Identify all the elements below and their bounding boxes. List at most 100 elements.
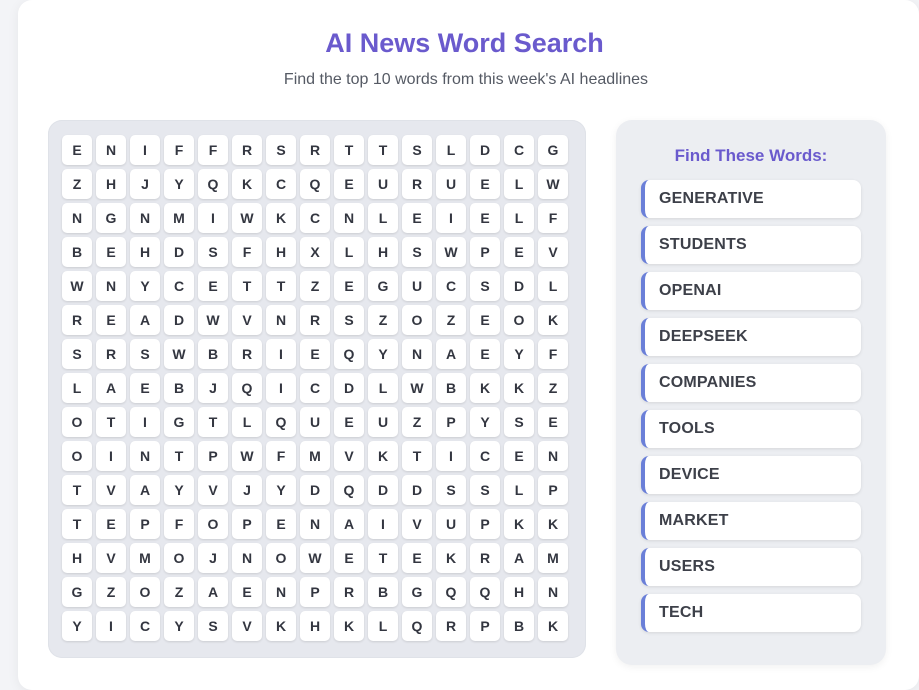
grid-cell[interactable]: F bbox=[164, 509, 194, 539]
grid-cell[interactable]: E bbox=[130, 373, 160, 403]
grid-cell[interactable]: Y bbox=[504, 339, 534, 369]
grid-cell[interactable]: U bbox=[436, 169, 466, 199]
grid-cell[interactable]: E bbox=[504, 441, 534, 471]
grid-cell[interactable]: B bbox=[504, 611, 534, 641]
grid-cell[interactable]: S bbox=[62, 339, 92, 369]
grid-cell[interactable]: D bbox=[368, 475, 398, 505]
grid-cell[interactable]: K bbox=[232, 169, 262, 199]
grid-cell[interactable]: O bbox=[164, 543, 194, 573]
grid-cell[interactable]: G bbox=[402, 577, 432, 607]
grid-cell[interactable]: U bbox=[300, 407, 330, 437]
grid-cell[interactable]: V bbox=[232, 611, 262, 641]
grid-cell[interactable]: O bbox=[62, 407, 92, 437]
grid-cell[interactable]: C bbox=[436, 271, 466, 301]
grid-cell[interactable]: H bbox=[96, 169, 126, 199]
grid-cell[interactable]: O bbox=[198, 509, 228, 539]
grid-cell[interactable]: C bbox=[300, 203, 330, 233]
grid-cell[interactable]: F bbox=[538, 339, 568, 369]
grid-cell[interactable]: A bbox=[96, 373, 126, 403]
grid-cell[interactable]: I bbox=[130, 407, 160, 437]
grid-cell[interactable]: K bbox=[470, 373, 500, 403]
grid-cell[interactable]: V bbox=[334, 441, 364, 471]
grid-cell[interactable]: G bbox=[164, 407, 194, 437]
grid-cell[interactable]: E bbox=[300, 339, 330, 369]
grid-cell[interactable]: T bbox=[266, 271, 296, 301]
grid-cell[interactable]: M bbox=[164, 203, 194, 233]
grid-cell[interactable]: K bbox=[334, 611, 364, 641]
grid-cell[interactable]: V bbox=[96, 543, 126, 573]
grid-cell[interactable]: N bbox=[62, 203, 92, 233]
grid-cell[interactable]: N bbox=[538, 441, 568, 471]
grid-cell[interactable]: I bbox=[130, 135, 160, 165]
grid-cell[interactable]: P bbox=[470, 611, 500, 641]
grid-cell[interactable]: I bbox=[96, 441, 126, 471]
grid-cell[interactable]: A bbox=[198, 577, 228, 607]
grid-cell[interactable]: Y bbox=[164, 475, 194, 505]
grid-cell[interactable]: E bbox=[266, 509, 296, 539]
grid-cell[interactable]: E bbox=[334, 407, 364, 437]
grid-cell[interactable]: O bbox=[504, 305, 534, 335]
grid-cell[interactable]: R bbox=[232, 135, 262, 165]
grid-cell[interactable]: H bbox=[504, 577, 534, 607]
grid-cell[interactable]: U bbox=[368, 169, 398, 199]
grid-cell[interactable]: H bbox=[62, 543, 92, 573]
grid-cell[interactable]: E bbox=[402, 203, 432, 233]
grid-cell[interactable]: I bbox=[266, 373, 296, 403]
grid-cell[interactable]: R bbox=[232, 339, 262, 369]
grid-cell[interactable]: I bbox=[266, 339, 296, 369]
grid-cell[interactable]: Q bbox=[334, 475, 364, 505]
grid-cell[interactable]: E bbox=[470, 169, 500, 199]
grid-cell[interactable]: S bbox=[470, 475, 500, 505]
grid-cell[interactable]: N bbox=[266, 305, 296, 335]
grid-cell[interactable]: E bbox=[334, 543, 364, 573]
grid-cell[interactable]: Z bbox=[96, 577, 126, 607]
grid-cell[interactable]: T bbox=[334, 135, 364, 165]
grid-cell[interactable]: X bbox=[300, 237, 330, 267]
grid-cell[interactable]: F bbox=[198, 135, 228, 165]
grid-cell[interactable]: V bbox=[538, 237, 568, 267]
grid-cell[interactable]: T bbox=[164, 441, 194, 471]
grid-cell[interactable]: W bbox=[198, 305, 228, 335]
grid-cell[interactable]: P bbox=[436, 407, 466, 437]
grid-cell[interactable]: L bbox=[504, 169, 534, 199]
grid-cell[interactable]: N bbox=[130, 203, 160, 233]
grid-cell[interactable]: C bbox=[130, 611, 160, 641]
grid-cell[interactable]: I bbox=[368, 509, 398, 539]
grid-cell[interactable]: Q bbox=[266, 407, 296, 437]
grid-cell[interactable]: N bbox=[130, 441, 160, 471]
grid-cell[interactable]: R bbox=[96, 339, 126, 369]
grid-cell[interactable]: U bbox=[436, 509, 466, 539]
grid-cell[interactable]: R bbox=[300, 135, 330, 165]
grid-cell[interactable]: L bbox=[538, 271, 568, 301]
grid-cell[interactable]: H bbox=[266, 237, 296, 267]
grid-cell[interactable]: J bbox=[198, 373, 228, 403]
grid-cell[interactable]: Y bbox=[266, 475, 296, 505]
grid-cell[interactable]: W bbox=[62, 271, 92, 301]
grid-cell[interactable]: E bbox=[198, 271, 228, 301]
grid-cell[interactable]: S bbox=[266, 135, 296, 165]
grid-cell[interactable]: F bbox=[538, 203, 568, 233]
grid-cell[interactable]: E bbox=[96, 305, 126, 335]
grid-cell[interactable]: T bbox=[62, 475, 92, 505]
grid-cell[interactable]: S bbox=[470, 271, 500, 301]
grid-cell[interactable]: Q bbox=[334, 339, 364, 369]
grid-cell[interactable]: F bbox=[164, 135, 194, 165]
grid-cell[interactable]: Q bbox=[198, 169, 228, 199]
grid-cell[interactable]: S bbox=[334, 305, 364, 335]
grid-cell[interactable]: S bbox=[402, 135, 432, 165]
grid-cell[interactable]: M bbox=[130, 543, 160, 573]
grid-cell[interactable]: B bbox=[368, 577, 398, 607]
grid-cell[interactable]: D bbox=[164, 305, 194, 335]
grid-cell[interactable]: W bbox=[402, 373, 432, 403]
grid-cell[interactable]: Y bbox=[368, 339, 398, 369]
grid-cell[interactable]: T bbox=[198, 407, 228, 437]
grid-cell[interactable]: P bbox=[198, 441, 228, 471]
grid-cell[interactable]: K bbox=[436, 543, 466, 573]
grid-cell[interactable]: K bbox=[504, 509, 534, 539]
grid-cell[interactable]: W bbox=[436, 237, 466, 267]
grid-cell[interactable]: C bbox=[266, 169, 296, 199]
grid-cell[interactable]: R bbox=[402, 169, 432, 199]
grid-cell[interactable]: M bbox=[538, 543, 568, 573]
grid-cell[interactable]: E bbox=[62, 135, 92, 165]
grid-cell[interactable]: P bbox=[232, 509, 262, 539]
